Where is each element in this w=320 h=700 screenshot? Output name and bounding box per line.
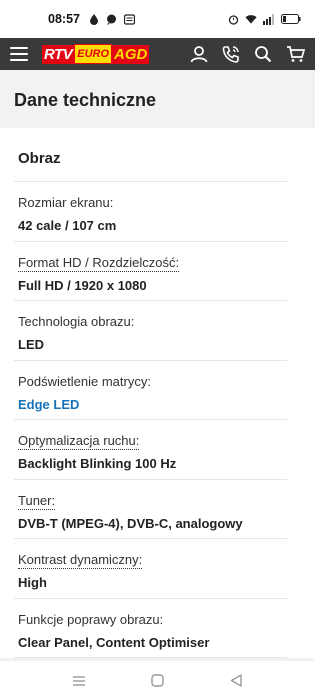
alarm-icon (227, 13, 239, 25)
app-header: RTV EURO AGD (0, 38, 315, 70)
spec-value: LED (18, 337, 44, 352)
spec-value: Clear Panel, Content Optimiser (18, 634, 210, 650)
spec-row-screen-size: Rozmiar ekranu: 42 cale / 107 cm (14, 182, 287, 242)
home-icon[interactable] (147, 671, 167, 691)
spec-value: High (18, 575, 47, 590)
main-content: Dane techniczne Obraz Rozmiar ekranu: 42… (0, 70, 315, 661)
spec-label: Technologia obrazu: (18, 314, 135, 329)
spec-value: Backlight Blinking 100 Hz (18, 456, 177, 471)
search-icon[interactable] (253, 44, 273, 64)
status-time: 08:57 (48, 12, 80, 26)
user-icon[interactable] (189, 44, 209, 64)
spec-label-tooltip[interactable]: Tuner: (18, 493, 56, 510)
menu-icon[interactable] (10, 47, 28, 61)
cart-icon[interactable] (285, 44, 305, 64)
phone-icon[interactable] (221, 44, 241, 64)
spec-row-resolution: Format HD / Rozdzielczość: Full HD / 192… (14, 242, 287, 301)
specs-card: Obraz Rozmiar ekranu: 42 cale / 107 cm F… (0, 128, 315, 658)
logo[interactable]: RTV EURO AGD (42, 43, 150, 65)
page-title: Dane techniczne (14, 90, 157, 110)
spec-row-technology: Technologia obrazu: LED (14, 301, 287, 361)
spec-row-tuner: Tuner: DVB-T (MPEG-4), DVB-C, analogowy (14, 480, 287, 539)
back-icon[interactable] (226, 671, 246, 691)
message-icon (124, 13, 136, 25)
spec-label: Funkcje poprawy obrazu: (18, 611, 164, 627)
drop-icon (88, 13, 100, 25)
spec-value: Full HD / 1920 x 1080 (18, 277, 147, 293)
system-nav-bar (0, 661, 315, 700)
wifi-icon (245, 13, 257, 25)
spec-label-tooltip[interactable]: Optymalizacja ruchu: (18, 433, 140, 450)
spec-row-contrast: Kontrast dynamiczny: High (14, 539, 287, 599)
spec-label-tooltip[interactable]: Format HD / Rozdzielczość: (18, 255, 180, 272)
spec-label-tooltip[interactable]: Kontrast dynamiczny: (18, 552, 143, 569)
logo-rtv: RTV (42, 44, 75, 64)
section-title: Obraz (14, 128, 287, 182)
logo-euro: EURO (74, 44, 113, 64)
spec-row-enhancements: Funkcje poprawy obrazu: Clear Panel, Con… (14, 599, 287, 658)
spec-row-motion: Optymalizacja ruchu: Backlight Blinking … (14, 420, 287, 480)
spec-row-backlight: Podświetlenie matrycy: Edge LED (14, 361, 287, 420)
spec-label: Rozmiar ekranu: (18, 195, 114, 210)
logo-agd: AGD (112, 44, 150, 64)
signal-icon (263, 13, 275, 25)
spec-value: 42 cale / 107 cm (18, 218, 117, 233)
chat-icon (106, 13, 118, 25)
spec-value-link[interactable]: Edge LED (18, 397, 287, 413)
spec-value: DVB-T (MPEG-4), DVB-C, analogowy (18, 515, 243, 531)
status-bar: 08:57 (0, 0, 315, 38)
recents-icon[interactable] (69, 671, 89, 691)
battery-icon (281, 13, 301, 25)
spec-label: Podświetlenie matrycy: (18, 373, 151, 389)
